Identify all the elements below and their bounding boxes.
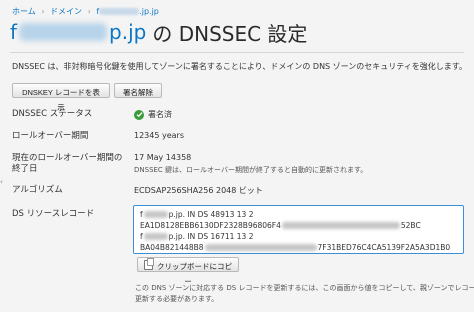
dnssec-description: DNSSEC は、非対称暗号化鍵を使用してゾーンに署名することにより、ドメインの…	[12, 62, 467, 71]
breadcrumb-separator: ›	[87, 7, 91, 16]
unsign-button[interactable]: 署名解除	[114, 83, 162, 98]
status-label: DNSSEC ステータス	[12, 109, 93, 119]
breadcrumb-home[interactable]: ホーム	[12, 7, 36, 16]
breadcrumb-domain[interactable]: ドメイン	[50, 7, 82, 16]
breadcrumb-current-suffix: .jp.jp	[139, 7, 159, 16]
current-rollover-note: DNSSEC 鍵は、ロールオーバー期間が終了すると自動的に更新されます。	[134, 166, 368, 174]
rollover-value: 12345 years	[134, 131, 185, 140]
copy-to-clipboard-button[interactable]: クリップボードにコピー	[137, 257, 239, 286]
redacted-text	[99, 8, 140, 15]
copy-icon	[144, 258, 154, 270]
chevron-left-icon[interactable]: ‹	[0, 178, 6, 190]
ds-record-textarea[interactable]: f p.jp. IN DS 48913 13 2 EA1D8128EBB6130D…	[133, 205, 464, 254]
algorithm-label: アルゴリズム	[12, 185, 63, 195]
ds-update-note-line1: この DNS ゾーンに対応する DS レコードを更新するには、この画面から値をコ…	[135, 284, 474, 292]
ds-record-label: DS リソースレコード	[12, 209, 95, 219]
check-circle-icon	[134, 109, 144, 120]
current-rollover-end-date: 17 May 14358	[134, 153, 192, 162]
redacted-text	[143, 211, 168, 218]
ds-line4-suffix: 7F31BED76C4CA5139F2A5A3D1B0	[317, 243, 451, 252]
breadcrumb-separator: ›	[41, 7, 45, 16]
ds-record-line: EA1D8128EBB6130DF2328B96806F4 52BC	[140, 220, 457, 231]
redacted-text	[204, 244, 317, 251]
algorithm-value: ECDSAP256SHA256 2048 ビット	[134, 186, 263, 195]
ds-line1-suffix: p.jp. IN DS 48913 13 2	[168, 210, 254, 219]
title-divider	[10, 52, 464, 53]
ds-line4-prefix: BA04B821448B8	[140, 243, 204, 252]
status-text: 署名済	[148, 110, 172, 119]
ds-update-note: この DNS ゾーンに対応する DS レコードを更新するには、この画面から値をコ…	[135, 283, 474, 305]
ds-line2-suffix: 52BC	[400, 221, 421, 230]
rollover-label: ロールオーバー期間	[12, 131, 89, 141]
redacted-domain	[19, 23, 108, 41]
ds-line1-prefix: f	[140, 210, 143, 219]
status-value: 署名済	[134, 109, 172, 120]
ds-line3-prefix: f	[140, 232, 143, 241]
ds-update-note-line2: 更新する必要があります。	[135, 295, 219, 303]
breadcrumb-current: f .jp.jp	[96, 7, 159, 16]
ds-line3-suffix: p.jp. IN DS 16711 13 2	[168, 232, 254, 241]
ds-line2-prefix: EA1D8128EBB6130DF2328B96806F4	[140, 221, 281, 230]
redacted-text	[143, 233, 168, 240]
show-dnskey-button[interactable]: DNSKEY レコードを表示	[12, 83, 110, 112]
page-title: f p.jp の DNSSEC 設定	[10, 18, 307, 46]
title-domain-prefix: f	[10, 20, 18, 44]
title-domain-suffix: p.jp	[109, 20, 147, 44]
ds-record-line: BA04B821448B8 7F31BED76C4CA5139F2A5A3D1B0	[140, 242, 457, 253]
redacted-text	[281, 222, 400, 229]
current-rollover-end-label: 現在のロールオーバー期間の終了日	[12, 153, 123, 174]
ds-record-line: f p.jp. IN DS 48913 13 2	[140, 209, 457, 220]
ds-record-line: f p.jp. IN DS 16711 13 2	[140, 231, 457, 242]
title-text: の DNSSEC 設定	[152, 21, 308, 46]
breadcrumb: ホーム › ドメイン › f .jp.jp	[12, 6, 159, 17]
